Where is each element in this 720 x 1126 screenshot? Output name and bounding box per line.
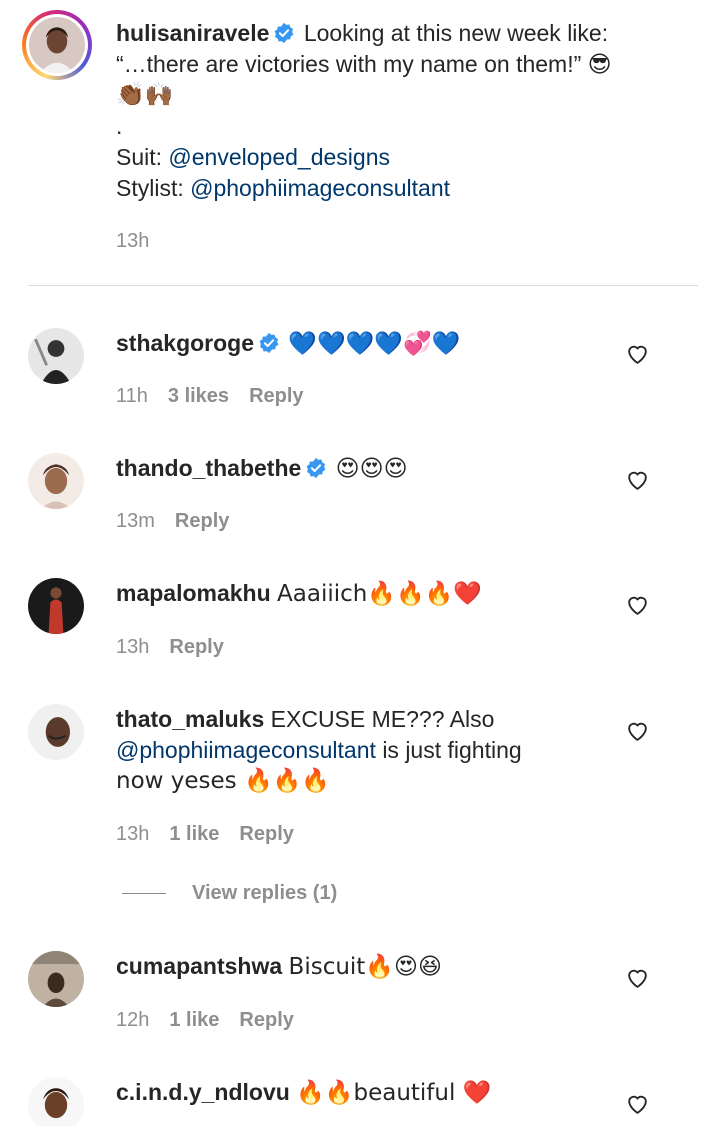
- heart-outline-icon[interactable]: [625, 1091, 650, 1116]
- comment-likes[interactable]: 1 like: [169, 823, 219, 846]
- stylist-label: Stylist:: [116, 175, 184, 201]
- caption-line-1: Looking at this new week like:: [303, 20, 609, 46]
- comment-time: 13m: [116, 510, 155, 532]
- comment-text: thato_maluks EXCUSE ME??? Also @phophiim…: [116, 704, 522, 797]
- comment-avatar-mapalomakhu[interactable]: [28, 578, 84, 634]
- comment-body: 🔥🔥beautiful ❤️: [296, 1080, 492, 1106]
- view-replies-button[interactable]: View replies (1): [122, 882, 337, 905]
- reply-button[interactable]: Reply: [249, 385, 303, 408]
- heart-outline-icon[interactable]: [625, 467, 650, 492]
- comment-time: 12h: [116, 1009, 150, 1031]
- caption-time: 13h: [116, 230, 150, 252]
- caption-line-3: 👏🏾🙌🏾: [116, 82, 174, 108]
- suit-mention-link[interactable]: @enveloped_designs: [168, 144, 390, 170]
- view-replies-line: [122, 893, 166, 894]
- comment-text: thando_thabethe 😍😍😍: [116, 453, 408, 485]
- comment-time: 13h: [116, 636, 150, 658]
- comment-avatar-thando_thabethe[interactable]: [28, 453, 84, 509]
- comment-username[interactable]: cumapantshwa: [116, 953, 282, 979]
- comment-meta: 12h 1 like Reply: [116, 1009, 294, 1032]
- comment-likes[interactable]: 1 like: [169, 1009, 219, 1032]
- caption-line-4: .: [116, 113, 123, 139]
- suit-label: Suit:: [116, 144, 163, 170]
- comment-username[interactable]: mapalomakhu: [116, 580, 271, 606]
- verified-badge-icon: [305, 456, 327, 479]
- reply-button[interactable]: Reply: [239, 1009, 293, 1032]
- heart-outline-icon[interactable]: [625, 718, 650, 743]
- caption-meta: 13h: [116, 230, 149, 253]
- comment-body: Aaaiiich🔥🔥🔥❤️: [277, 581, 482, 607]
- comment-meta: 13h 1 like Reply: [116, 823, 294, 846]
- comment-time: 13h: [116, 823, 150, 845]
- divider: [28, 285, 698, 286]
- comment-body: Biscuit🔥😍😆: [288, 954, 442, 980]
- comment-meta: 13m Reply: [116, 510, 229, 533]
- reply-button[interactable]: Reply: [175, 510, 229, 533]
- comment-likes[interactable]: 3 likes: [168, 385, 229, 408]
- verified-badge-icon: [273, 21, 295, 44]
- comment-username[interactable]: sthakgoroge: [116, 330, 254, 356]
- comment-meta: 13h Reply: [116, 636, 224, 659]
- heart-outline-icon[interactable]: [625, 341, 650, 366]
- comment-username[interactable]: c.i.n.d.y_ndlovu: [116, 1079, 290, 1105]
- stylist-mention-link[interactable]: @phophiimageconsultant: [190, 175, 450, 201]
- comment-body: 💙💙💙💙💞💙: [288, 331, 461, 357]
- comment-body-cont: is just fighting: [382, 737, 522, 763]
- caption-line-2: “…there are victories with my name on th…: [116, 51, 612, 77]
- caption-text: hulisaniravele Looking at this new week …: [116, 18, 612, 204]
- comment-body-end: now yeses 🔥🔥🔥: [116, 768, 330, 794]
- reply-button[interactable]: Reply: [169, 636, 223, 659]
- comment-text: mapalomakhu Aaaiiich🔥🔥🔥❤️: [116, 578, 482, 610]
- comment-username[interactable]: thando_thabethe: [116, 455, 301, 481]
- comment-body: 😍😍😍: [335, 456, 408, 482]
- comment-text: sthakgoroge 💙💙💙💙💞💙: [116, 328, 460, 360]
- comment-meta: 11h 3 likes Reply: [116, 385, 304, 408]
- comment-avatar-cumapantshwa[interactable]: [28, 951, 84, 1007]
- comment-mention-link[interactable]: @phophiimageconsultant: [116, 737, 376, 763]
- view-replies-label[interactable]: View replies (1): [192, 882, 337, 905]
- comment-avatar-cindy_ndlovu[interactable]: [28, 1077, 84, 1126]
- heart-outline-icon[interactable]: [625, 592, 650, 617]
- heart-outline-icon[interactable]: [625, 965, 650, 990]
- caption-author-avatar[interactable]: [22, 10, 92, 80]
- comment-text: cumapantshwa Biscuit🔥😍😆: [116, 951, 442, 983]
- verified-badge-icon: [258, 331, 280, 354]
- comment-avatar-sthakgoroge[interactable]: [28, 328, 84, 384]
- comment-body: EXCUSE ME??? Also: [270, 706, 495, 732]
- comment-text: c.i.n.d.y_ndlovu 🔥🔥beautiful ❤️: [116, 1077, 491, 1109]
- post-caption: hulisaniravele Looking at this new week …: [0, 0, 720, 286]
- caption-username[interactable]: hulisaniravele: [116, 20, 269, 46]
- comment-avatar-thato_maluks[interactable]: [28, 704, 84, 760]
- reply-button[interactable]: Reply: [239, 823, 293, 846]
- comment-username[interactable]: thato_maluks: [116, 706, 264, 732]
- comment-time: 11h: [116, 385, 148, 407]
